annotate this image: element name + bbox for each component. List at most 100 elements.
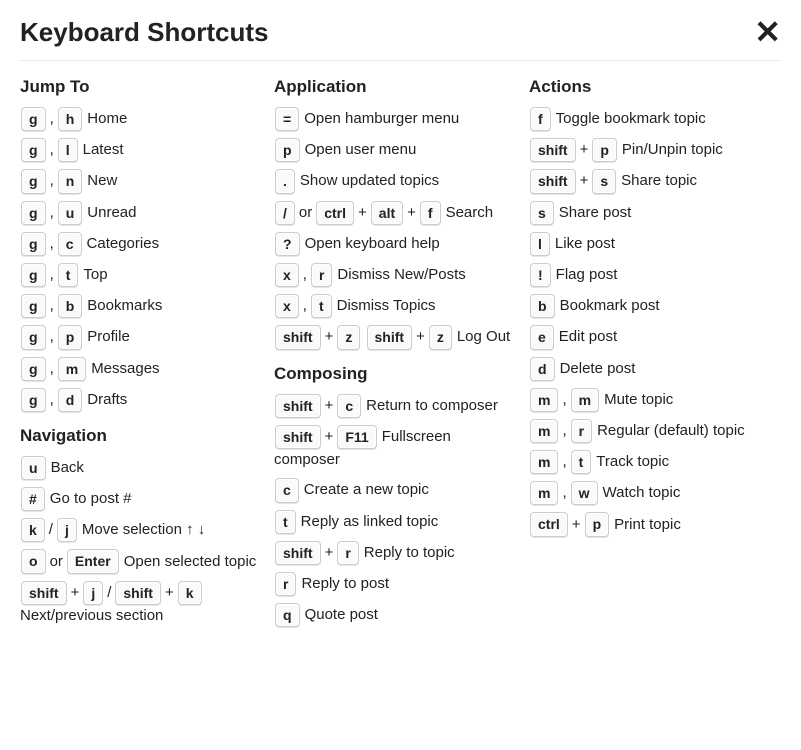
- desc: Categories: [87, 235, 160, 252]
- shortcut-user-menu: pOpen user menu: [274, 138, 517, 162]
- jump-to-list: g,hHome g,lLatest g,nNew g,uUnread g,cCa…: [20, 107, 262, 412]
- key-g: g: [21, 201, 46, 225]
- key-x: x: [275, 294, 299, 318]
- key-w: w: [571, 481, 598, 505]
- key-q: q: [275, 603, 300, 627]
- key-r: r: [311, 263, 332, 287]
- desc: Bookmarks: [87, 297, 162, 314]
- shortcut-drafts: g,dDrafts: [20, 388, 262, 412]
- application-list: = Open hamburger menu pOpen user menu . Sh…: [274, 107, 517, 350]
- desc: Open keyboard help: [305, 235, 440, 252]
- key-ctrl: ctrl: [316, 201, 354, 225]
- desc: Flag post: [556, 266, 618, 283]
- desc: Regular (default) topic: [597, 422, 745, 439]
- shortcut-latest: g,lLatest: [20, 138, 262, 162]
- key-d: d: [58, 388, 83, 412]
- key-ctrl: ctrl: [530, 512, 568, 536]
- shortcut-back: uBack: [20, 456, 262, 480]
- key-dot: .: [275, 169, 295, 193]
- desc: Move selection ↑ ↓: [82, 521, 205, 538]
- desc: Dismiss New/Posts: [337, 266, 465, 283]
- shortcut-dismiss-topics: x,tDismiss Topics: [274, 294, 517, 318]
- shortcut-unread: g,uUnread: [20, 201, 262, 225]
- shortcut-open-selected: oorEnterOpen selected topic: [20, 549, 262, 573]
- key-alt: alt: [371, 201, 403, 225]
- shortcut-new: g,nNew: [20, 169, 262, 193]
- key-g: g: [21, 325, 46, 349]
- key-p: p: [58, 325, 83, 349]
- desc: Reply as linked topic: [301, 513, 439, 530]
- key-n: n: [58, 169, 83, 193]
- close-button[interactable]: ✕: [754, 16, 781, 48]
- actions-list: fToggle bookmark topic shift+pPin/Unpin …: [529, 107, 781, 537]
- desc: Unread: [87, 204, 136, 221]
- desc: Edit post: [559, 328, 617, 345]
- key-f: f: [420, 201, 441, 225]
- key-shift: shift: [275, 325, 321, 349]
- desc: New: [87, 172, 117, 189]
- desc: Pin/Unpin topic: [622, 141, 723, 158]
- key-c: c: [337, 394, 361, 418]
- shortcut-pin-unpin: shift+pPin/Unpin topic: [529, 138, 781, 162]
- shortcut-regular-topic: m,rRegular (default) topic: [529, 419, 781, 443]
- shortcut-flag-post: !Flag post: [529, 263, 781, 287]
- key-equals: =: [275, 107, 299, 131]
- desc: Top: [83, 266, 107, 283]
- desc: Watch topic: [603, 484, 681, 501]
- key-g: g: [21, 263, 46, 287]
- key-m: m: [530, 419, 558, 443]
- shortcut-dismiss-new: x,rDismiss New/Posts: [274, 263, 517, 287]
- column-3: Actions fToggle bookmark topic shift+pPi…: [529, 77, 781, 634]
- key-m: m: [530, 388, 558, 412]
- key-shift: shift: [115, 581, 161, 605]
- key-b: b: [530, 294, 555, 318]
- key-x: x: [275, 263, 299, 287]
- key-p: p: [275, 138, 300, 162]
- key-h: h: [58, 107, 83, 131]
- key-shift: shift: [275, 425, 321, 449]
- key-g: g: [21, 169, 46, 193]
- key-g: g: [21, 357, 46, 381]
- key-s: s: [530, 201, 554, 225]
- key-hash: #: [21, 487, 45, 511]
- shortcut-reply-topic: shift+rReply to topic: [274, 541, 517, 565]
- navigation-heading: Navigation: [20, 426, 262, 446]
- key-r: r: [571, 419, 592, 443]
- shortcut-toggle-bookmark: fToggle bookmark topic: [529, 107, 781, 131]
- key-z: z: [429, 325, 452, 349]
- desc: Bookmark post: [560, 297, 660, 314]
- column-1: Jump To g,hHome g,lLatest g,nNew g,uUnre…: [20, 77, 262, 634]
- desc: Share topic: [621, 172, 697, 189]
- key-l: l: [58, 138, 78, 162]
- desc: Messages: [91, 360, 159, 377]
- shortcut-delete-post: dDelete post: [529, 357, 781, 381]
- shortcut-top: g,tTop: [20, 263, 262, 287]
- desc: Mute topic: [604, 391, 673, 408]
- desc: Like post: [555, 235, 615, 252]
- desc: Show updated topics: [300, 172, 439, 189]
- desc: Next/previous section: [20, 607, 163, 624]
- key-u: u: [58, 201, 83, 225]
- modal-title: Keyboard Shortcuts: [20, 17, 269, 48]
- desc: Back: [51, 459, 84, 476]
- key-r: r: [337, 541, 358, 565]
- shortcut-track-topic: m,tTrack topic: [529, 450, 781, 474]
- key-slash: /: [275, 201, 295, 225]
- key-j: j: [83, 581, 103, 605]
- desc: Return to composer: [366, 397, 498, 414]
- shortcut-reply-post: rReply to post: [274, 572, 517, 596]
- shortcut-search: /orctrl+alt+fSearch: [274, 201, 517, 225]
- shortcut-hamburger: = Open hamburger menu: [274, 107, 517, 131]
- key-m: m: [530, 481, 558, 505]
- column-2: Application =Open hamburger menu pOpen u…: [274, 77, 517, 634]
- key-k: k: [21, 518, 45, 542]
- key-t: t: [571, 450, 592, 474]
- key-m: m: [58, 357, 86, 381]
- jump-to-heading: Jump To: [20, 77, 262, 97]
- modal-body: Jump To g,hHome g,lLatest g,nNew g,uUnre…: [20, 77, 781, 634]
- desc: Delete post: [560, 360, 636, 377]
- key-c: c: [275, 478, 299, 502]
- desc: Open hamburger menu: [304, 110, 459, 127]
- shortcut-share-post: sShare post: [529, 201, 781, 225]
- desc: Track topic: [596, 453, 669, 470]
